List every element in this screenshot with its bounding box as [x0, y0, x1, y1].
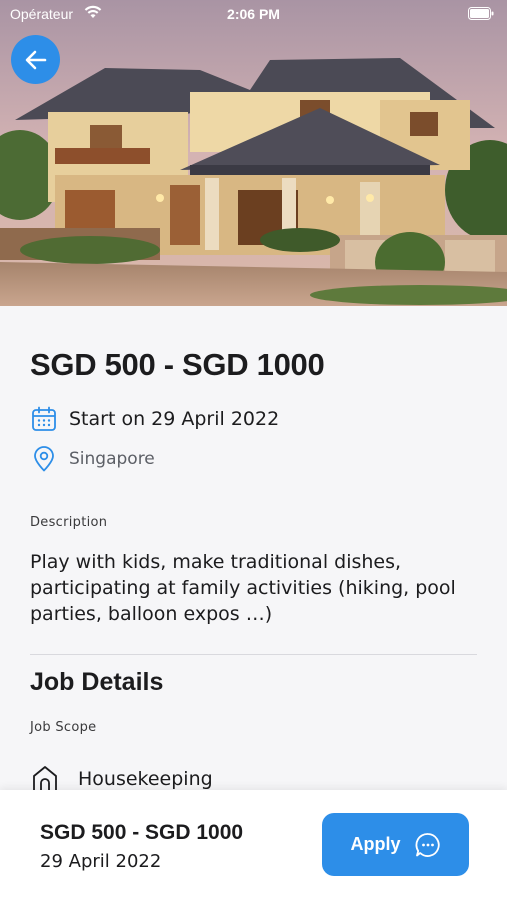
start-date-text: Start on 29 April 2022 [69, 408, 280, 430]
status-time: 2:06 PM [227, 6, 280, 22]
job-details-title: Job Details [30, 668, 164, 696]
battery-icon [468, 7, 494, 23]
bottom-price-range: SGD 500 - SGD 1000 [40, 821, 244, 844]
apply-button[interactable]: Apply [322, 813, 469, 876]
bottom-date: 29 April 2022 [40, 851, 162, 872]
description-text: Play with kids, make traditional dishes,… [30, 551, 456, 625]
calendar-icon [30, 406, 58, 432]
job-content: SGD 500 - SGD 1000 Start on 29 April 202… [0, 306, 507, 792]
bottom-action-bar: SGD 500 - SGD 1000 29 April 2022 Apply [0, 790, 507, 900]
job-scope-label: Job Scope [30, 720, 97, 735]
arrow-left-icon [25, 50, 46, 69]
villa-house-photo [0, 0, 507, 306]
scope-item-label: Housekeeping [78, 768, 213, 790]
status-bar: Opérateur 2:06 PM [0, 0, 507, 30]
chat-bubble-icon [415, 832, 441, 858]
job-price-range: SGD 500 - SGD 1000 [30, 347, 325, 382]
location-text: Singapore [69, 449, 155, 469]
divider [30, 654, 477, 655]
back-button[interactable] [11, 35, 60, 84]
start-date-row: Start on 29 April 2022 [30, 406, 279, 432]
description-label: Description [30, 515, 108, 530]
apply-button-label: Apply [350, 834, 401, 854]
hero-image [0, 0, 507, 306]
map-pin-icon [30, 446, 58, 472]
location-row: Singapore [30, 446, 155, 472]
